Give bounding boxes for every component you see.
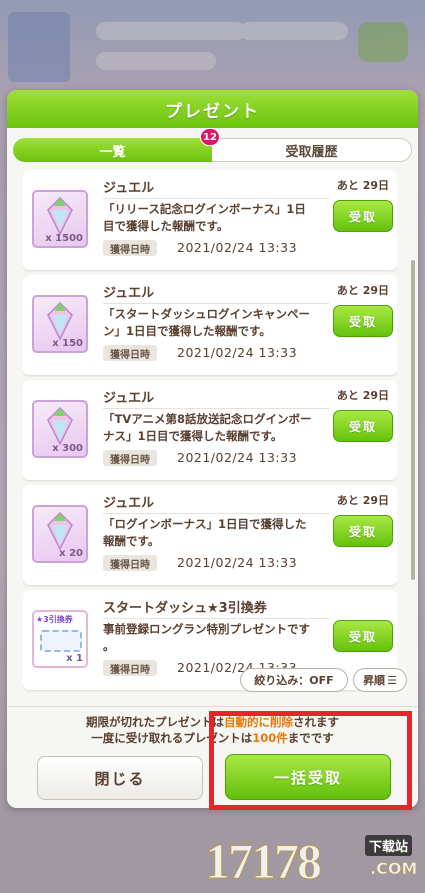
receive-button[interactable]: 受取 [333,305,393,337]
item-quantity: x 1500 [45,233,83,244]
date-label: 獲得日時 [103,660,157,676]
receive-button[interactable]: 受取 [333,200,393,232]
item-description: 「TVアニメ第8話放送記念ログインボー ナス」1日目で獲得した報酬です。 [103,408,329,445]
jewel-thumb: x 300 [32,400,88,458]
tab-list-label: 一覧 [99,144,126,160]
date-label: 獲得日時 [103,240,157,256]
ticket-tag: ★3引換券 [36,615,73,624]
present-card: x 150 ジュエル 「スタートダッシュログインキャンペー ン」1日目で獲得した… [23,275,397,375]
filter-button[interactable]: 絞り込み：OFF [240,668,348,692]
remaining-days: あと 29日 [336,284,389,297]
jewel-icon [47,196,73,236]
item-name: スタートダッシュ★3引換券 [103,601,267,616]
receive-button[interactable]: 受取 [333,410,393,442]
item-description-line: 「リリース記念ログインボーナス」1日 [103,202,306,216]
list-scrollbar[interactable] [411,260,415,580]
sort-button[interactable]: 昇順 ☰ [353,668,407,692]
item-name: ジュエル [103,181,155,196]
item-description-line: ナス」1日目で獲得した報酬です。 [103,429,283,443]
jewel-icon [47,511,73,551]
receive-button[interactable]: 受取 [333,620,393,652]
item-description-line: 事前登録ロングラン特別プレゼントです [103,622,310,636]
item-description-line: 目で獲得した報酬です。 [103,219,229,233]
sort-lines-icon: ☰ [387,673,397,687]
tab-history-label: 受取履歴 [285,144,338,160]
item-description: 「スタートダッシュログインキャンペー ン」1日目で獲得した報酬です。 [103,303,329,340]
receive-button[interactable]: 受取 [333,515,393,547]
item-description-line: 報酬です。 [103,534,160,548]
remaining-days: あと 29日 [336,179,389,192]
item-quantity: x 1 [66,653,83,664]
item-quantity: x 150 [52,338,83,349]
notice-text-part: 期限が切れたプレゼントは [86,715,224,729]
tab-list[interactable]: 一覧 12 [13,128,220,162]
jewel-icon [47,406,73,446]
annotation-highlight-box [209,711,412,810]
ticket-thumb: ★3引換券 x 1 [32,610,88,668]
tab-bar: 一覧 12 受取履歴 [13,128,412,162]
close-button[interactable]: 閉じる [37,756,203,800]
item-name: ジュエル [103,286,155,301]
jewel-icon [47,301,73,341]
ticket-icon [40,630,82,652]
site-watermark: 17178 下载站 .COM [205,832,425,890]
item-description: 事前登録ロングラン特別プレゼントです 。 [103,618,329,655]
present-dialog: プレゼント 一覧 12 受取履歴 x 1500 ジュエル 「リリース記念ログイン… [7,90,418,808]
tab-history[interactable]: 受取履歴 [212,138,412,162]
item-date: 2021/02/24 13:33 [177,345,298,360]
remaining-days: あと 29日 [336,494,389,507]
count-badge: 12 [200,128,220,146]
item-description-line: ン」1日目で獲得した報酬です。 [103,324,271,338]
item-description: 「ログインボーナス」1日目で獲得した 報酬です。 [103,513,329,550]
present-card: x 1500 ジュエル 「リリース記念ログインボーナス」1日 目で獲得した報酬で… [23,170,397,270]
date-label: 獲得日時 [103,555,157,571]
dialog-title: プレゼント [165,101,260,122]
date-label: 獲得日時 [103,345,157,361]
item-name: ジュエル [103,391,155,406]
date-label: 獲得日時 [103,450,157,466]
watermark-domain: .COM [370,859,418,879]
item-name: ジュエル [103,496,155,511]
item-description-line: 「TVアニメ第8話放送記念ログインボー [103,412,312,426]
item-description-line: 「ログインボーナス」1日目で獲得した [103,517,307,531]
watermark-number: 17178 [205,833,323,890]
item-description: 「リリース記念ログインボーナス」1日 目で獲得した報酬です。 [103,198,329,235]
item-date: 2021/02/24 13:33 [177,240,298,255]
item-date: 2021/02/24 13:33 [177,450,298,465]
jewel-thumb: x 150 [32,295,88,353]
jewel-thumb: x 1500 [32,190,88,248]
present-list[interactable]: x 1500 ジュエル 「リリース記念ログインボーナス」1日 目で獲得した報酬で… [23,170,397,700]
item-quantity: x 300 [52,443,83,454]
item-description-line: 。 [103,639,115,653]
present-card: x 300 ジュエル 「TVアニメ第8話放送記念ログインボー ナス」1日目で獲得… [23,380,397,480]
present-card: x 20 ジュエル 「ログインボーナス」1日目で獲得した 報酬です。 獲得日時 … [23,485,397,585]
item-description-line: 「スタートダッシュログインキャンペー [103,307,310,321]
sort-label: 昇順 [363,674,386,687]
item-date: 2021/02/24 13:33 [177,555,298,570]
remaining-days: あと 29日 [336,389,389,402]
watermark-tag: 下载站 [365,835,413,856]
dialog-header: プレゼント [7,90,418,128]
jewel-thumb: x 20 [32,505,88,563]
item-quantity: x 20 [59,548,83,559]
